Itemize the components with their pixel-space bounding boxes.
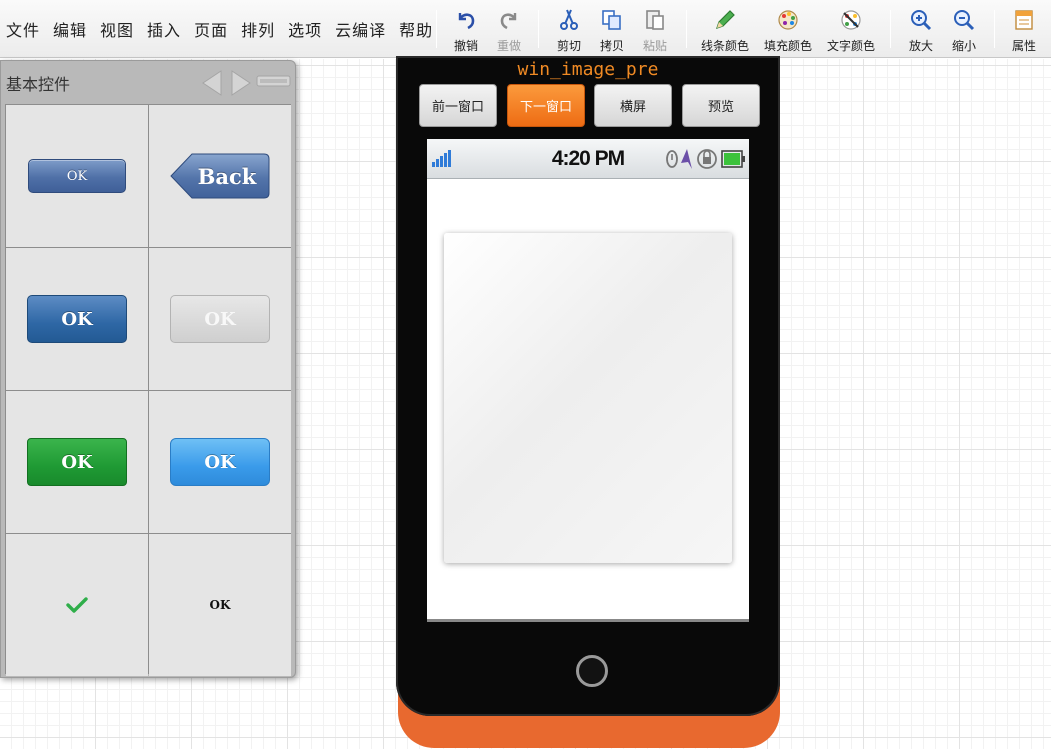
control-cell-ok-lightblue[interactable]: OK [149,391,291,533]
toolbar-separator [686,10,687,48]
paste-button[interactable]: 粘贴 [625,8,685,56]
menu-options[interactable]: 选项 [288,17,322,41]
panel-header: 基本控件 [1,61,295,103]
text-color-icon [841,10,861,30]
line-color-label: 线条颜色 [700,39,749,53]
triangle-right-icon[interactable] [230,69,252,97]
palette-icon [778,10,798,30]
ok-label-plain[interactable]: OK [210,598,231,612]
zoom-out-label: 缩小 [951,39,976,53]
fill-color-label: 填充颜色 [763,39,812,53]
control-cell-ok-small[interactable]: OK [6,105,148,247]
panel-title: 基本控件 [6,75,71,94]
triangle-left-icon[interactable] [201,69,223,97]
preview-button[interactable]: 预览 [682,84,760,127]
menu-view[interactable]: 视图 [100,17,134,41]
ok-button-small[interactable]: OK [28,159,126,193]
location-arrow-icon [681,149,692,169]
ok-button-disabled[interactable]: OK [170,295,270,343]
undo-icon [458,13,475,30]
properties-label: 属性 [1011,39,1036,53]
check-icon[interactable] [66,596,88,614]
phone-screen: 4:20 PM [427,139,749,622]
battery-icon [721,150,745,168]
menu-help[interactable]: 帮助 [399,17,433,41]
menu-bar: 文件 编辑 视图 插入 页面 排列 选项 云编译 帮助 [6,17,446,41]
redo-button[interactable]: 重做 [479,8,539,56]
zoom-out-icon [954,10,975,31]
next-window-button[interactable]: 下一窗口 [507,84,585,127]
image-preview-frame[interactable] [444,233,732,563]
zoom-out-button[interactable]: 缩小 [934,8,994,56]
landscape-button[interactable]: 横屏 [594,84,672,127]
text-color-label: 文字颜色 [826,39,875,53]
control-cell-ok-plain[interactable]: OK [149,534,291,676]
menu-file[interactable]: 文件 [6,17,40,41]
properties-button[interactable]: 属性 [994,8,1051,56]
lock-rotation-icon [697,149,717,169]
menu-arrange[interactable]: 排列 [241,17,275,41]
pencil-icon [716,10,735,29]
fill-color-button[interactable]: 填充颜色 [758,8,818,56]
back-button-label: Back [197,163,257,189]
controls-grid: OK Back OK OK OK OK OK [5,104,291,676]
window-title: win_image_pre [517,59,659,80]
alarm-icon [666,150,678,168]
copy-icon [602,10,621,30]
menu-edit[interactable]: 编辑 [53,17,87,41]
home-button[interactable] [576,655,608,687]
redo-icon [500,13,517,30]
ok-button-green[interactable]: OK [27,438,127,486]
status-icons [666,149,745,169]
control-cell-ok-blue[interactable]: OK [6,248,148,390]
paste-label: 粘贴 [642,39,667,53]
screen-bottom-edge [427,619,749,622]
menu-insert[interactable]: 插入 [147,17,181,41]
zoom-in-icon [911,10,932,31]
menu-page[interactable]: 页面 [194,17,228,41]
properties-icon [1015,10,1033,30]
ok-button-lightblue[interactable]: OK [170,438,270,486]
minimize-icon[interactable] [256,74,291,88]
control-cell-ok-disabled[interactable]: OK [149,248,291,390]
control-cell-checkbox[interactable] [6,534,148,676]
line-color-button[interactable]: 线条颜色 [695,8,755,56]
text-color-button[interactable]: 文字颜色 [821,8,881,56]
status-bar: 4:20 PM [427,139,749,179]
controls-panel: 基本控件 OK Back OK OK OK OK OK [0,60,296,678]
ok-button-blue[interactable]: OK [27,295,127,343]
back-button[interactable]: Back [170,153,270,199]
prev-window-button[interactable]: 前一窗口 [419,84,497,127]
main-toolbar: 文件 编辑 视图 插入 页面 排列 选项 云编译 帮助 撤销 重做 剪切 拷贝 … [0,0,1051,58]
menu-cloud-compile[interactable]: 云编译 [335,17,386,41]
control-cell-ok-green[interactable]: OK [6,391,148,533]
paste-icon [646,10,664,30]
scissors-icon [560,9,578,30]
redo-label: 重做 [496,39,521,53]
control-cell-back[interactable]: Back [149,105,291,247]
